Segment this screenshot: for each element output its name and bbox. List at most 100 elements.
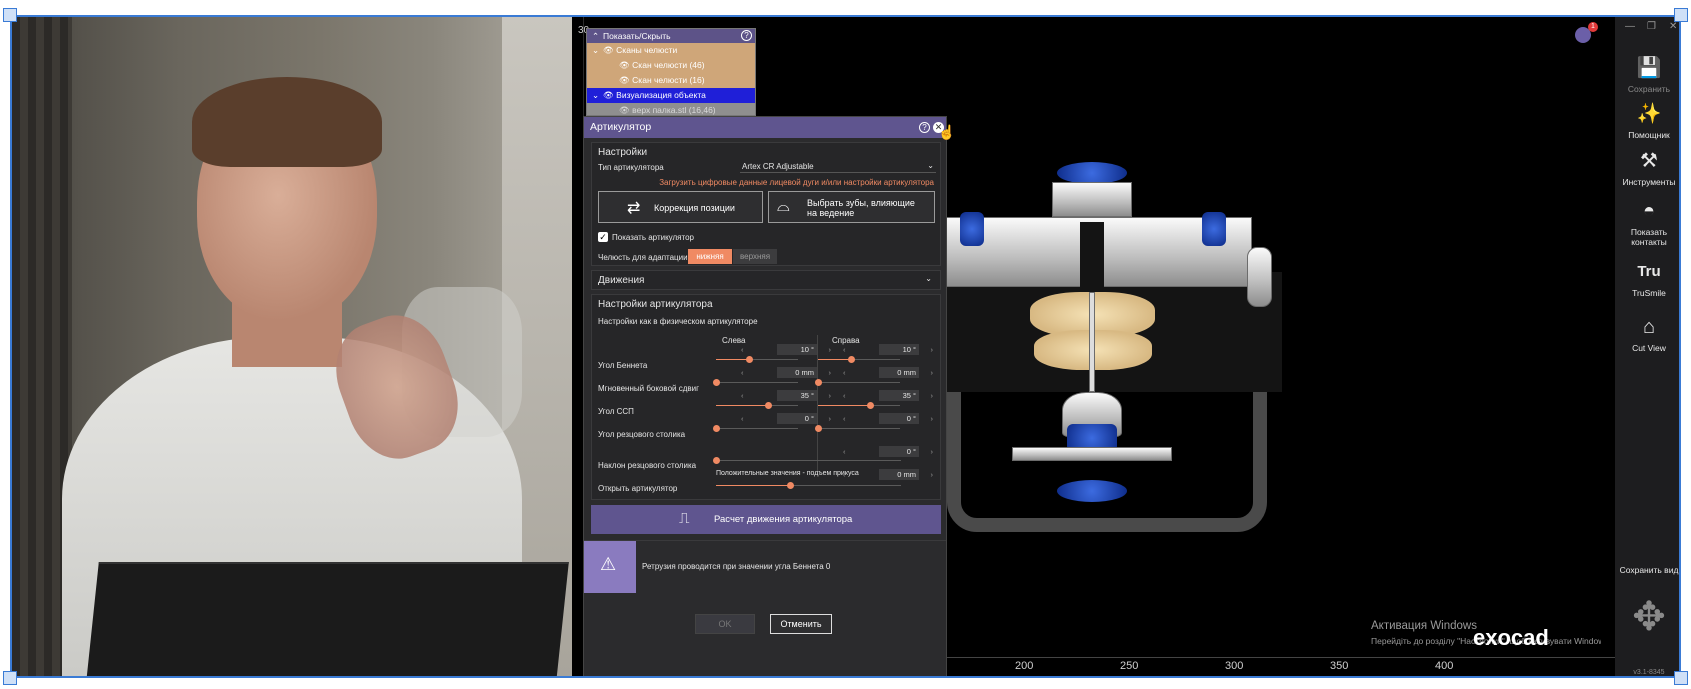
expand-icon[interactable]: ⌄: [592, 88, 599, 103]
increment-icon[interactable]: ›: [829, 391, 832, 400]
position-correction-button[interactable]: ⇄ Коррекция позиции: [598, 191, 763, 223]
tilt-slider[interactable]: [713, 457, 901, 464]
increment-icon[interactable]: ›: [931, 368, 934, 377]
articulator-model[interactable]: [932, 162, 1282, 542]
slider-knob[interactable]: [745, 356, 753, 363]
help-icon[interactable]: ?: [919, 122, 930, 133]
jaw-lower-toggle[interactable]: нижняя: [688, 249, 732, 264]
toolbar-cut-view[interactable]: ⌂ Cut View: [1615, 314, 1679, 353]
eye-icon[interactable]: 👁: [619, 75, 630, 85]
resize-handle[interactable]: [1674, 8, 1688, 22]
eye-hidden-icon[interactable]: 👁: [603, 90, 614, 100]
tree-item-jaw-scans[interactable]: ⌄ 👁 Сканы челюсти: [587, 43, 755, 58]
decrement-icon[interactable]: ‹: [843, 447, 846, 456]
tree-item-stl[interactable]: 👁 верх палка.stl (16,46): [587, 103, 755, 115]
increment-icon[interactable]: ›: [931, 470, 934, 479]
decrement-icon[interactable]: ‹: [741, 391, 744, 400]
load-facebow-link[interactable]: Загрузить цифровые данные лицевой дуги и…: [659, 178, 934, 187]
right-slider[interactable]: [818, 402, 900, 409]
restore-icon[interactable]: ❐: [1647, 21, 1656, 32]
right-spinbox[interactable]: ‹ 10 ° ›: [843, 344, 934, 355]
open-spinbox[interactable]: ‹ 0 mm ›: [843, 469, 934, 480]
increment-icon[interactable]: ›: [829, 368, 832, 377]
toolbar-trusmile[interactable]: Tru TruSmile: [1615, 259, 1679, 298]
increment-icon[interactable]: ›: [829, 414, 832, 423]
show-articulator-checkbox[interactable]: ✓: [598, 232, 608, 242]
left-value[interactable]: 0 mm: [777, 367, 817, 378]
tilt-value[interactable]: 0 °: [879, 446, 919, 457]
left-spinbox[interactable]: ‹ 35 ° ›: [741, 390, 832, 401]
right-slider[interactable]: [815, 425, 900, 432]
right-slider[interactable]: [818, 356, 900, 363]
tilt-spinbox[interactable]: ‹ 0 ° ›: [843, 446, 934, 457]
slider-knob[interactable]: [713, 425, 720, 432]
left-value[interactable]: 0 °: [777, 413, 817, 424]
tree-item-visualization[interactable]: ⌄ 👁 Визуализация объекта: [587, 88, 755, 103]
cancel-button[interactable]: Отменить: [770, 614, 832, 634]
slider-knob[interactable]: [787, 482, 794, 489]
eye-hidden-icon[interactable]: 👁: [619, 105, 630, 115]
minimize-icon[interactable]: —: [1625, 21, 1635, 32]
select-teeth-button[interactable]: ⌓ Выбрать зубы, влияющие на ведение: [768, 191, 935, 223]
calculate-movement-button[interactable]: ⎍ Расчет движения артикулятора: [591, 505, 941, 534]
save-view-button[interactable]: Сохранить вид: [1615, 565, 1679, 575]
slider-knob[interactable]: [815, 379, 822, 386]
left-slider[interactable]: [716, 402, 798, 409]
decrement-icon[interactable]: ‹: [843, 345, 846, 354]
help-icon[interactable]: ?: [741, 30, 752, 41]
tree-item-scan-16[interactable]: 👁 Скан челюсти (16): [587, 73, 755, 88]
dialog-title-bar[interactable]: Артикулятор ? ✕: [584, 117, 946, 138]
right-spinbox[interactable]: ‹ 0 ° ›: [843, 413, 934, 424]
toolbar-tools[interactable]: ⚒ Инструменты: [1615, 148, 1679, 187]
movements-section[interactable]: Движения ⌄: [591, 270, 941, 290]
left-value[interactable]: 10 °: [777, 344, 817, 355]
slider-knob[interactable]: [815, 425, 822, 432]
left-slider[interactable]: [713, 379, 798, 386]
articulator-type-select[interactable]: Artex CR Adjustable ⌄: [740, 161, 936, 173]
view-cube-icon[interactable]: ✥: [1615, 592, 1679, 642]
left-value[interactable]: 35 °: [777, 390, 817, 401]
decrement-icon[interactable]: ‹: [843, 470, 846, 479]
decrement-icon[interactable]: ‹: [843, 414, 846, 423]
slider-knob[interactable]: [713, 457, 720, 464]
open-slider[interactable]: [716, 482, 901, 489]
increment-icon[interactable]: ›: [931, 345, 934, 354]
toolbar-helper[interactable]: ✨ Помощник: [1615, 101, 1679, 140]
decrement-icon[interactable]: ‹: [843, 368, 846, 377]
increment-icon[interactable]: ›: [931, 414, 934, 423]
eye-icon[interactable]: 👁: [603, 45, 614, 55]
left-spinbox[interactable]: ‹ 0 ° ›: [741, 413, 832, 424]
slider-knob[interactable]: [866, 402, 874, 409]
open-value[interactable]: 0 mm: [879, 469, 919, 480]
jaw-upper-toggle[interactable]: верхняя: [733, 249, 777, 264]
right-value[interactable]: 35 °: [879, 390, 919, 401]
slider-knob[interactable]: [764, 402, 772, 409]
tree-item-scan-46[interactable]: 👁 Скан челюсти (46): [587, 58, 755, 73]
tree-header[interactable]: ⌃ Показать/Скрыть ?: [587, 29, 755, 43]
expand-icon[interactable]: ⌄: [592, 43, 599, 58]
increment-icon[interactable]: ›: [829, 345, 832, 354]
increment-icon[interactable]: ›: [931, 447, 934, 456]
right-spinbox[interactable]: ‹ 35 ° ›: [843, 390, 934, 401]
close-window-icon[interactable]: ✕: [1669, 21, 1677, 32]
right-value[interactable]: 0 °: [879, 413, 919, 424]
resize-handle[interactable]: [1674, 671, 1688, 685]
left-slider[interactable]: [716, 356, 798, 363]
right-slider[interactable]: [815, 379, 900, 386]
right-value[interactable]: 10 °: [879, 344, 919, 355]
ok-button[interactable]: OK: [695, 614, 755, 634]
decrement-icon[interactable]: ‹: [741, 345, 744, 354]
slider-knob[interactable]: [847, 356, 855, 363]
decrement-icon[interactable]: ‹: [843, 391, 846, 400]
eye-icon[interactable]: 👁: [619, 60, 630, 70]
resize-handle[interactable]: [3, 671, 17, 685]
right-spinbox[interactable]: ‹ 0 mm ›: [843, 367, 934, 378]
left-slider[interactable]: [713, 425, 798, 432]
right-value[interactable]: 0 mm: [879, 367, 919, 378]
left-spinbox[interactable]: ‹ 0 mm ›: [741, 367, 832, 378]
resize-handle[interactable]: [3, 8, 17, 22]
toolbar-save[interactable]: 💾 Сохранить: [1615, 55, 1679, 94]
increment-icon[interactable]: ›: [931, 391, 934, 400]
decrement-icon[interactable]: ‹: [741, 368, 744, 377]
slider-knob[interactable]: [713, 379, 720, 386]
